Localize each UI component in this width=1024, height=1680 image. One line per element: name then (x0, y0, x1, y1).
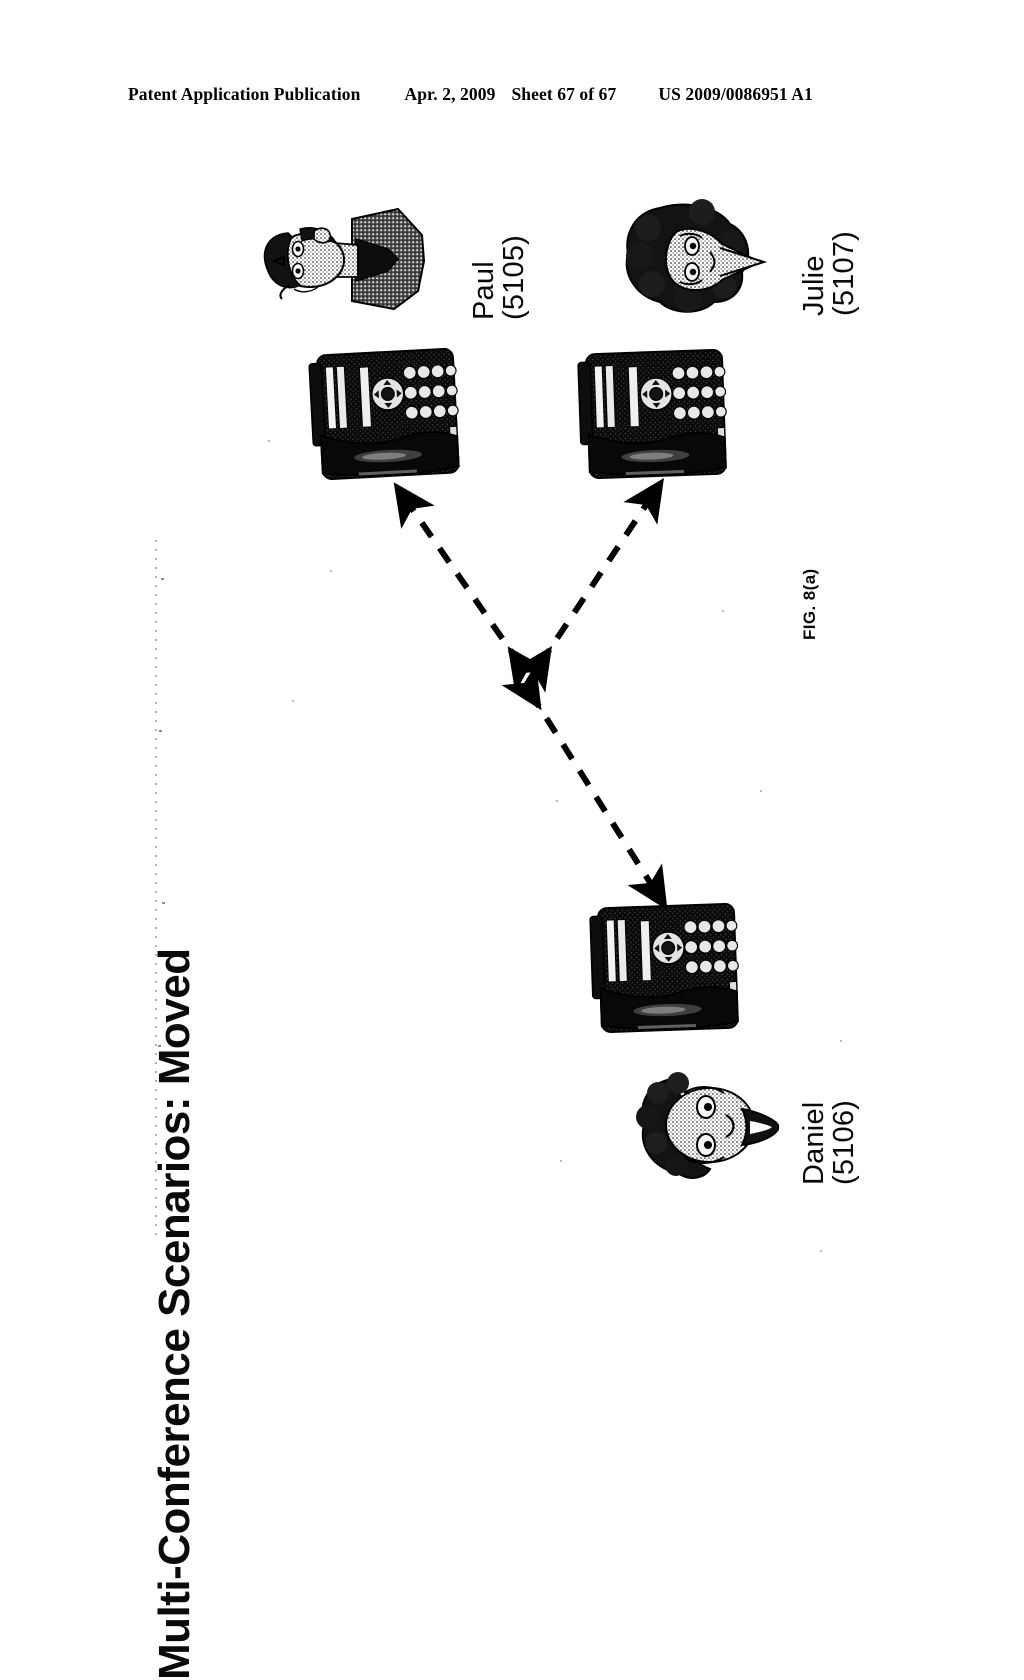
page-title: Multi-Conference Scenarios: Moved (150, 948, 199, 1680)
scan-speck (840, 1040, 842, 1042)
label-julie-reference: (5107) (827, 230, 860, 316)
arrow-center-to-paul-phone (393, 482, 549, 693)
phone-paul (306, 346, 468, 488)
phone-daniel (586, 900, 748, 1042)
patent-header: Patent Application Publication Apr. 2, 2… (128, 84, 896, 110)
scan-speck (556, 800, 558, 802)
label-paul-reference: (5105) (497, 234, 530, 320)
phone-julie (574, 346, 736, 488)
scan-speck (162, 902, 165, 904)
scan-speck (560, 1160, 562, 1162)
label-paul-name: Paul (468, 261, 500, 320)
figure-canvas: Multi-Conference Scenarios: Moved Paul (… (0, 140, 1024, 1680)
arrow-center-to-daniel-phone (501, 663, 668, 911)
label-julie: Julie (5107) (798, 230, 860, 316)
label-paul: Paul (5105) (468, 234, 530, 320)
scan-speck (722, 610, 724, 612)
scan-speck (292, 700, 294, 702)
label-julie-name: Julie (798, 255, 830, 316)
avatar-paul (248, 205, 428, 315)
scan-speck (161, 578, 164, 580)
scan-speck (820, 1250, 822, 1252)
avatar-julie (614, 198, 779, 318)
scan-speck (159, 730, 162, 732)
avatar-daniel (632, 1065, 787, 1190)
publication-date: Apr. 2, 2009 (404, 84, 496, 104)
scan-speck (330, 570, 332, 572)
publication-label: Patent Application Publication (128, 84, 361, 104)
label-daniel-reference: (5106) (827, 1099, 860, 1185)
figure-caption: FIG. 8(a) (800, 568, 819, 640)
scan-speck (268, 440, 270, 442)
arrow-center-to-julie-phone (511, 478, 664, 693)
scan-speck (760, 790, 762, 792)
label-daniel: Daniel (5106) (798, 1099, 860, 1185)
sheet-number: Sheet 67 of 67 (511, 84, 617, 104)
patent-number: US 2009/0086951 A1 (658, 84, 813, 104)
label-daniel-name: Daniel (798, 1101, 830, 1185)
